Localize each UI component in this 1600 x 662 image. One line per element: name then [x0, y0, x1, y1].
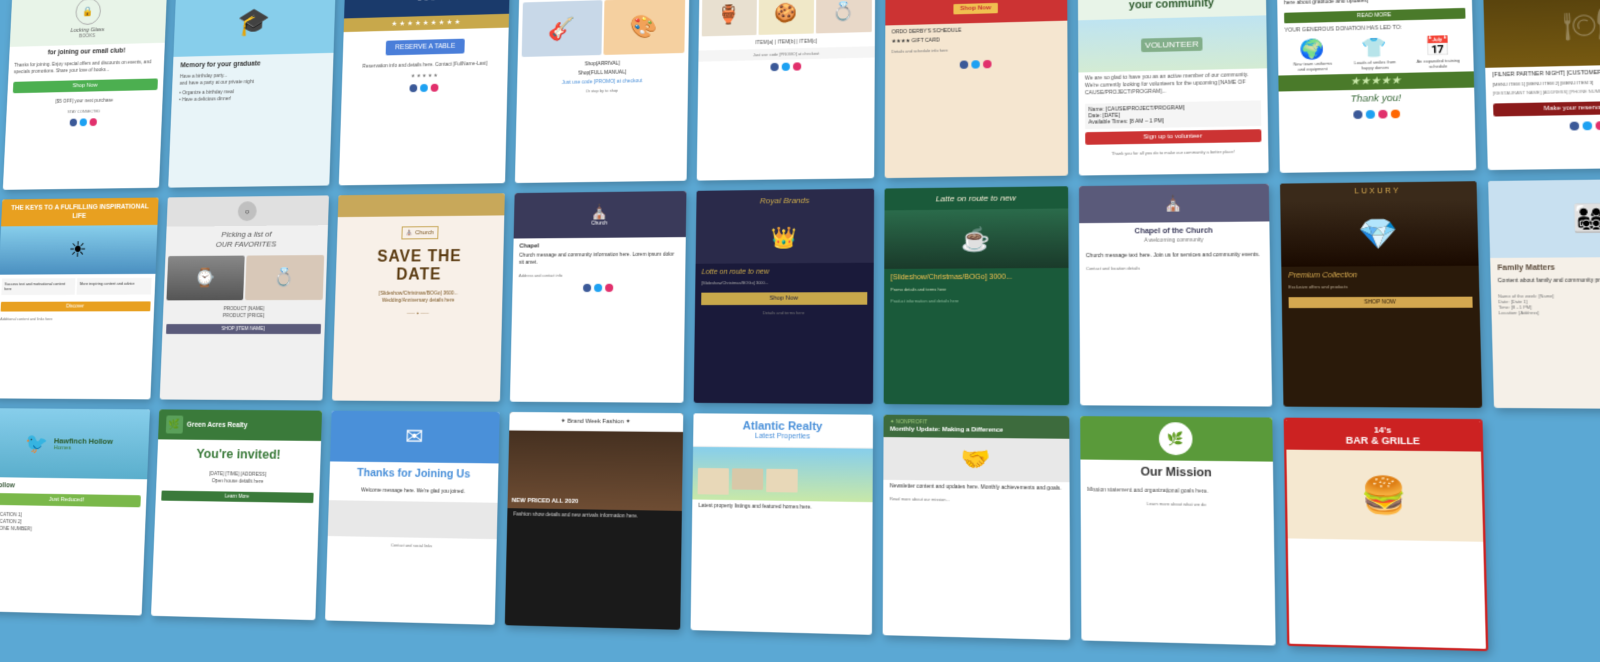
- email-card-redwood[interactable]: REDWOOD 🍽 [FILNER PARTNER NIGHT] [CUSTOM…: [1482, 0, 1600, 170]
- discover-btn[interactable]: Discover: [1, 301, 151, 311]
- shop-items-btn[interactable]: SHOP [ITEM NAME]: [166, 324, 321, 334]
- email-card-our-mission[interactable]: 🌿 Our Mission Mission statement and orga…: [1080, 416, 1275, 645]
- email-card-graduation[interactable]: 🎓 Memory for your graduate Have a birthd…: [168, 0, 336, 188]
- email-card-atlantic-realty[interactable]: Atlantic Realty Latest Properties Latest…: [691, 413, 873, 635]
- email-card-inspirational[interactable]: THE KEYS TO A FULFILLING INSPIRATIONAL L…: [0, 198, 159, 400]
- email-card-hawfinch[interactable]: 🐦 Hawfinch Hollow Homes Hollow Just Redu…: [0, 408, 150, 615]
- email-card-savethedate[interactable]: ⛪ Church SAVE THEDATE [Slideshow/Christm…: [332, 193, 505, 401]
- royal-cta-btn[interactable]: Shop Now: [701, 293, 867, 306]
- email-card-joinus[interactable]: ✉ Thanks for Joining Us Welcome message …: [325, 411, 500, 625]
- email-card-restaurant[interactable]: ★ ★ ★ ★ ★ ★ ★ ★ ★ ★ ★ ★ RESERVE A TABLE …: [339, 0, 510, 185]
- charity-headline: Engaging opportunities within your commu…: [1084, 0, 1259, 14]
- email-card-greenacres[interactable]: 🌿 Green Acres Realty You're invited! [DA…: [151, 409, 322, 620]
- email-card-fashion[interactable]: ✦ Brand Week Fashion ✦ NEW PRICED ALL 20…: [505, 412, 683, 630]
- email-card-books[interactable]: 🔒 Locking Glass BOOKS for joining our em…: [3, 0, 167, 190]
- email-card-royal[interactable]: Royal Brands 👑 Lotte on route to new [Sl…: [694, 189, 874, 404]
- email-card-chapel[interactable]: ⛪ Chapel of the Church A welcoming commu…: [1079, 184, 1272, 407]
- reserve-btn[interactable]: RESERVE A TABLE: [385, 39, 465, 56]
- email-card-nonprofit-thanks[interactable]: ✦ NONPROFIT THANK YOU Thank You Members …: [1277, 0, 1477, 173]
- page-container: 🔒 Locking Glass BOOKS for joining our em…: [0, 0, 1600, 662]
- email-card-charity[interactable]: ♻ Charity Engaging opportunities within …: [1078, 0, 1269, 176]
- volunteer-btn[interactable]: Sign up to volunteer: [1085, 129, 1261, 145]
- email-card-luxury[interactable]: LUXURY 💎 Premium Collection Exclusive of…: [1280, 181, 1482, 408]
- email-card-nonprofit-monthly[interactable]: ✦ NONPROFIT Monthly Update: Making a Dif…: [883, 415, 1071, 640]
- luxury-shop-btn[interactable]: SHOP NOW: [1289, 297, 1473, 308]
- email-card-latte[interactable]: Latte on route to new ☕ [Slideshow/Chris…: [884, 186, 1070, 405]
- email-card-sale-items[interactable]: Shop [ARRIVAL] Shop[FULL MANUAL] 🏺 🍪 💍 I…: [697, 0, 875, 181]
- email-card-bargrille[interactable]: 14's BAR & GRILLE 🍔: [1284, 418, 1489, 652]
- email-card-favorites[interactable]: ○ Picking a list ofOUR FAVORITES ⌚ 💍 PRO…: [160, 195, 329, 400]
- just-reduced-btn[interactable]: Just Reduced!: [0, 493, 141, 507]
- shop-now-holiday-btn[interactable]: Shop Now: [954, 3, 998, 15]
- email-card-holiday-sale[interactable]: ENJOY 15% OFF YOUR ENTIRE PURCHASE Shop …: [885, 0, 1068, 178]
- email-card-shop-products[interactable]: Shop [ARRIVAL] 🎸 🎨 Shop[ARRIVAL] Shop[FU…: [515, 0, 690, 183]
- realty-cta-btn[interactable]: Learn More: [161, 490, 313, 502]
- shop-now-btn[interactable]: Shop Now: [13, 78, 158, 93]
- reservation-btn[interactable]: Make your reservation now!: [1493, 100, 1600, 117]
- hollow-text: Hollow: [0, 482, 141, 491]
- email-card-family[interactable]: 👨‍👩‍👧‍👦 Family Matters Content about fam…: [1488, 179, 1600, 410]
- card-grid: 🔒 Locking Glass BOOKS for joining our em…: [0, 0, 1600, 662]
- email-card-church[interactable]: ⛪ Church Chapel Church message and commu…: [510, 191, 687, 403]
